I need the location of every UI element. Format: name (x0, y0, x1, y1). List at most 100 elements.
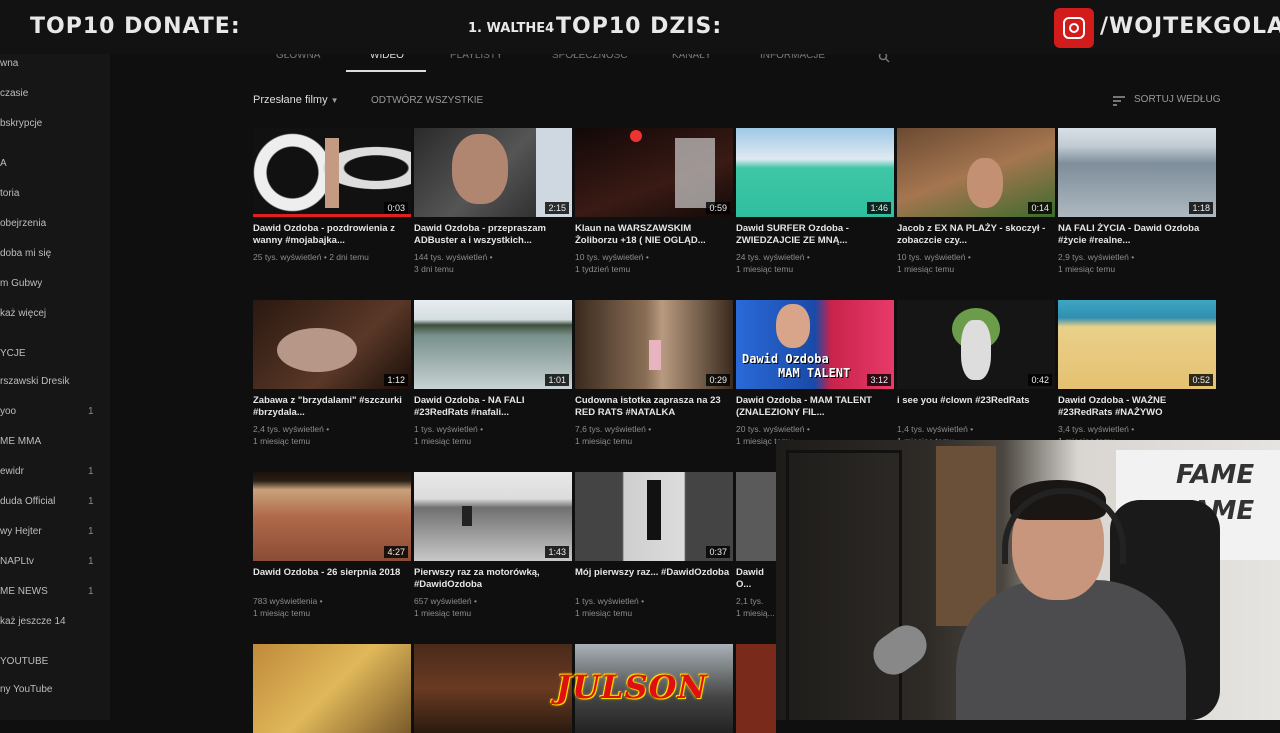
video-title[interactable]: NA FALI ŻYCIA - Dawid Ozdoba #życie #rea… (1058, 223, 1216, 247)
sidebar-item[interactable]: duda Official (0, 496, 55, 507)
video-title[interactable]: Dawid Ozdoba - MAM TALENT (ZNALEZIONY FI… (736, 395, 894, 419)
video-thumbnail[interactable]: 0:59 (575, 128, 733, 217)
sidebar-item[interactable]: rszawski Dresik (0, 376, 69, 387)
video-duration: 4:27 (384, 546, 408, 558)
video-card[interactable]: 1:46 Dawid SURFER Ozdoba - ZWIEDZAJCIE Z… (736, 128, 894, 275)
video-card[interactable]: 0:52 Dawid Ozdoba - WAŻNE #23RedRats #NA… (1058, 300, 1216, 447)
video-title[interactable]: Dawid Ozdoba - WAŻNE #23RedRats #NAŻYWO (1058, 395, 1216, 419)
sidebar-section: YOUTUBE (0, 656, 49, 667)
video-meta: 25 tys. wyświetleń • 2 dni temu (253, 252, 369, 262)
video-thumbnail[interactable]: 1:01 (414, 300, 572, 389)
video-thumbnail[interactable]: 0:37 (575, 472, 733, 561)
instagram-handle: /WOJTEKGOLA (1100, 14, 1280, 39)
video-title[interactable]: i see you #clown #23RedRats (897, 395, 1055, 419)
video-card[interactable]: 2:15 Dawid Ozdoba - przepraszam ADBuster… (414, 128, 572, 275)
sidebar-count: 1 (88, 556, 94, 567)
video-card[interactable]: 0:37 Mój pierwszy raz... #DawidOzdoba 1 … (575, 472, 733, 619)
watch-progress-bar (253, 214, 411, 217)
fame-logo: FAME (1176, 460, 1255, 490)
sidebar-item[interactable]: każ jeszcze 14 (0, 616, 66, 627)
video-title[interactable]: Dawid Ozdoba - NA FALI #23RedRats #nafal… (414, 395, 572, 419)
play-all-button[interactable]: ODTWÓRZ WSZYSTKIE (371, 95, 483, 106)
video-thumbnail[interactable]: 2:15 (414, 128, 572, 217)
sidebar-item[interactable]: każ więcej (0, 308, 46, 319)
video-duration: 3:12 (867, 374, 891, 386)
video-title[interactable]: Dawid Ozdoba - pozdrowienia z wanny #moj… (253, 223, 411, 247)
stream-top-bar: TOP10 DONATE: 1. WALTHE4 TOP10 DZIS: /WO… (0, 0, 1280, 54)
video-thumbnail[interactable]: 1:18 (1058, 128, 1216, 217)
sidebar-item[interactable]: toria (0, 188, 19, 199)
video-title[interactable]: Cudowna istotka zaprasza na 23 RED RATS … (575, 395, 733, 419)
sidebar-item[interactable]: ny YouTube (0, 684, 52, 695)
sidebar-item[interactable]: doba mi się (0, 248, 51, 259)
video-meta: 10 tys. wyświetleń • 1 miesiąc temu (897, 252, 971, 274)
video-meta: 1 tys. wyświetleń • 1 miesiąc temu (575, 596, 645, 618)
sort-by-button[interactable]: SORTUJ WEDŁUG (1134, 94, 1221, 105)
video-title[interactable]: Mój pierwszy raz... #DawidOzdoba (575, 567, 733, 591)
sidebar-item[interactable]: obejrzenia (0, 218, 46, 229)
video-title[interactable]: Jacob z EX NA PLAŻY - skoczył - zobaczci… (897, 223, 1055, 247)
video-duration: 2:15 (545, 202, 569, 214)
video-meta: 144 tys. wyświetleń • 3 dni temu (414, 252, 493, 274)
video-duration: 0:14 (1028, 202, 1052, 214)
video-meta: 783 wyświetlenia • 1 miesiąc temu (253, 596, 323, 618)
video-card[interactable]: 0:59 Klaun na WARSZAWSKIM Żoliborzu +18 … (575, 128, 733, 275)
video-title[interactable]: Dawid Ozdoba - przepraszam ADBuster a i … (414, 223, 572, 247)
video-card[interactable]: 4:27 Dawid Ozdoba - 26 sierpnia 2018 783… (253, 472, 411, 619)
sidebar-count: 1 (88, 526, 94, 537)
video-card[interactable]: Dawid Ozdoba MAM TALENT 3:12 Dawid Ozdob… (736, 300, 894, 447)
sidebar-item[interactable]: NAPLtv (0, 556, 34, 567)
video-thumbnail[interactable]: 0:14 (897, 128, 1055, 217)
video-duration: 1:46 (867, 202, 891, 214)
video-thumbnail[interactable]: 1:12 (253, 300, 411, 389)
video-card[interactable]: Dawid O... Madzi Z... 2,1 tys.1 miesią..… (736, 472, 776, 619)
video-thumbnail[interactable]: 0:52 (1058, 300, 1216, 389)
video-card[interactable]: 0:29 Cudowna istotka zaprasza na 23 RED … (575, 300, 733, 447)
video-meta: 2,1 tys. 1 miesią... (736, 596, 775, 618)
sidebar-section: YCJE (0, 348, 26, 359)
sidebar-count: 1 (88, 496, 94, 507)
sidebar-item[interactable]: ME NEWS (0, 586, 48, 597)
sidebar-item[interactable]: yoo (0, 406, 16, 417)
top-today-label: TOP10 DZIS: (556, 14, 723, 39)
video-card[interactable]: 1:01 Dawid Ozdoba - NA FALI #23RedRats #… (414, 300, 572, 447)
sidebar-item[interactable]: wna (0, 58, 18, 69)
video-thumbnail[interactable]: Dawid Ozdoba MAM TALENT 3:12 (736, 300, 894, 389)
video-meta: 1 tys. wyświetleń • 1 miesiąc temu (414, 424, 484, 446)
video-card[interactable]: 0:42 i see you #clown #23RedRats 1,4 tys… (897, 300, 1055, 447)
video-thumbnail[interactable]: 0:42 (897, 300, 1055, 389)
video-thumbnail[interactable]: 1:43 (414, 472, 572, 561)
active-tab-indicator (346, 70, 426, 72)
sidebar-count: 1 (88, 406, 94, 417)
sidebar-item[interactable]: bskrypcje (0, 118, 42, 129)
video-title[interactable]: Zabawa z "brzydalami" #szczurki #brzydal… (253, 395, 411, 419)
sidebar-item[interactable]: ME MMA (0, 436, 41, 447)
sort-icon[interactable] (1112, 95, 1126, 107)
video-title[interactable]: Dawid SURFER Ozdoba - ZWIEDZAJCIE ZE MNĄ… (736, 223, 894, 247)
video-duration: 1:18 (1189, 202, 1213, 214)
video-title[interactable]: Dawid O... Madzi Z... (736, 567, 776, 591)
video-title[interactable]: Pierwszy raz za motorówką, #DawidOzdoba (414, 567, 572, 591)
chevron-down-icon: ▼ (330, 96, 339, 105)
filter-label: Przesłane filmy (253, 94, 328, 106)
sidebar-item[interactable]: wy Hejter (0, 526, 42, 537)
video-title[interactable]: Dawid Ozdoba - 26 sierpnia 2018 (253, 567, 411, 591)
video-card[interactable]: 0:03 Dawid Ozdoba - pozdrowienia z wanny… (253, 128, 411, 263)
video-title[interactable]: Klaun na WARSZAWSKIM Żoliborzu +18 ( NIE… (575, 223, 733, 247)
yt-sidebar: wna czasie bskrypcje A toria obejrzenia … (0, 54, 110, 720)
sidebar-item[interactable]: czasie (0, 88, 28, 99)
video-card[interactable]: 1:18 NA FALI ŻYCIA - Dawid Ozdoba #życie… (1058, 128, 1216, 275)
video-thumbnail[interactable]: 1:46 (736, 128, 894, 217)
sidebar-section: A (0, 158, 7, 169)
video-thumbnail[interactable]: 4:27 (253, 472, 411, 561)
video-thumbnail[interactable]: 0:03 (253, 128, 411, 217)
video-card[interactable]: 1:12 Zabawa z "brzydalami" #szczurki #br… (253, 300, 411, 447)
video-meta: 2,4 tys. wyświetleń • 1 miesiąc temu (253, 424, 330, 446)
sidebar-item[interactable]: ewidr (0, 466, 24, 477)
uploads-filter-dropdown[interactable]: Przesłane filmy ▼ (253, 94, 339, 106)
video-thumbnail[interactable] (736, 472, 776, 561)
sidebar-item[interactable]: m Gubwy (0, 278, 42, 289)
video-card[interactable]: 1:43 Pierwszy raz za motorówką, #DawidOz… (414, 472, 572, 619)
video-card[interactable]: 0:14 Jacob z EX NA PLAŻY - skoczył - zob… (897, 128, 1055, 275)
video-thumbnail[interactable]: 0:29 (575, 300, 733, 389)
